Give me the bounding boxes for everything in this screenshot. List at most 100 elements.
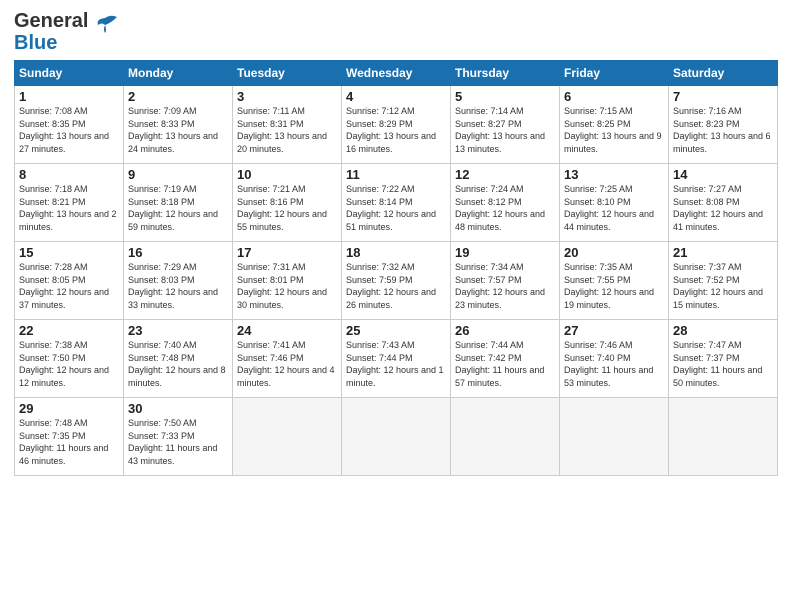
calendar-cell	[342, 398, 451, 476]
day-number: 15	[19, 245, 119, 260]
calendar-cell: 14 Sunrise: 7:27 AMSunset: 8:08 PMDaylig…	[669, 164, 778, 242]
calendar-cell: 2 Sunrise: 7:09 AMSunset: 8:33 PMDayligh…	[124, 86, 233, 164]
day-info: Sunrise: 7:43 AMSunset: 7:44 PMDaylight:…	[346, 340, 444, 388]
day-info: Sunrise: 7:08 AMSunset: 8:35 PMDaylight:…	[19, 106, 109, 154]
day-number: 29	[19, 401, 119, 416]
day-info: Sunrise: 7:34 AMSunset: 7:57 PMDaylight:…	[455, 262, 545, 310]
calendar-cell: 3 Sunrise: 7:11 AMSunset: 8:31 PMDayligh…	[233, 86, 342, 164]
day-info: Sunrise: 7:16 AMSunset: 8:23 PMDaylight:…	[673, 106, 771, 154]
calendar-cell: 28 Sunrise: 7:47 AMSunset: 7:37 PMDaylig…	[669, 320, 778, 398]
calendar-cell: 22 Sunrise: 7:38 AMSunset: 7:50 PMDaylig…	[15, 320, 124, 398]
day-number: 19	[455, 245, 555, 260]
day-number: 12	[455, 167, 555, 182]
day-number: 17	[237, 245, 337, 260]
calendar-week-row: 15 Sunrise: 7:28 AMSunset: 8:05 PMDaylig…	[15, 242, 778, 320]
calendar-cell: 18 Sunrise: 7:32 AMSunset: 7:59 PMDaylig…	[342, 242, 451, 320]
calendar-cell: 12 Sunrise: 7:24 AMSunset: 8:12 PMDaylig…	[451, 164, 560, 242]
day-number: 7	[673, 89, 773, 104]
calendar-week-row: 29 Sunrise: 7:48 AMSunset: 7:35 PMDaylig…	[15, 398, 778, 476]
col-monday: Monday	[124, 61, 233, 86]
day-info: Sunrise: 7:35 AMSunset: 7:55 PMDaylight:…	[564, 262, 654, 310]
day-number: 9	[128, 167, 228, 182]
calendar-cell: 1 Sunrise: 7:08 AMSunset: 8:35 PMDayligh…	[15, 86, 124, 164]
col-friday: Friday	[560, 61, 669, 86]
calendar-cell: 16 Sunrise: 7:29 AMSunset: 8:03 PMDaylig…	[124, 242, 233, 320]
day-number: 16	[128, 245, 228, 260]
day-number: 21	[673, 245, 773, 260]
day-number: 26	[455, 323, 555, 338]
day-info: Sunrise: 7:44 AMSunset: 7:42 PMDaylight:…	[455, 340, 544, 388]
calendar-cell	[560, 398, 669, 476]
day-number: 25	[346, 323, 446, 338]
day-number: 24	[237, 323, 337, 338]
calendar-cell	[233, 398, 342, 476]
day-number: 1	[19, 89, 119, 104]
day-info: Sunrise: 7:22 AMSunset: 8:14 PMDaylight:…	[346, 184, 436, 232]
logo-combined: General Blue	[14, 10, 119, 54]
calendar-cell: 7 Sunrise: 7:16 AMSunset: 8:23 PMDayligh…	[669, 86, 778, 164]
calendar-cell: 10 Sunrise: 7:21 AMSunset: 8:16 PMDaylig…	[233, 164, 342, 242]
day-number: 3	[237, 89, 337, 104]
calendar-cell: 21 Sunrise: 7:37 AMSunset: 7:52 PMDaylig…	[669, 242, 778, 320]
day-info: Sunrise: 7:12 AMSunset: 8:29 PMDaylight:…	[346, 106, 436, 154]
calendar-cell: 6 Sunrise: 7:15 AMSunset: 8:25 PMDayligh…	[560, 86, 669, 164]
col-wednesday: Wednesday	[342, 61, 451, 86]
day-number: 8	[19, 167, 119, 182]
calendar-cell: 30 Sunrise: 7:50 AMSunset: 7:33 PMDaylig…	[124, 398, 233, 476]
day-number: 28	[673, 323, 773, 338]
logo-bird-icon	[91, 13, 119, 41]
col-thursday: Thursday	[451, 61, 560, 86]
day-info: Sunrise: 7:09 AMSunset: 8:33 PMDaylight:…	[128, 106, 218, 154]
calendar-week-row: 8 Sunrise: 7:18 AMSunset: 8:21 PMDayligh…	[15, 164, 778, 242]
day-number: 14	[673, 167, 773, 182]
day-number: 13	[564, 167, 664, 182]
calendar-cell: 17 Sunrise: 7:31 AMSunset: 8:01 PMDaylig…	[233, 242, 342, 320]
col-sunday: Sunday	[15, 61, 124, 86]
calendar-week-row: 1 Sunrise: 7:08 AMSunset: 8:35 PMDayligh…	[15, 86, 778, 164]
calendar-cell: 9 Sunrise: 7:19 AMSunset: 8:18 PMDayligh…	[124, 164, 233, 242]
day-info: Sunrise: 7:15 AMSunset: 8:25 PMDaylight:…	[564, 106, 662, 154]
day-info: Sunrise: 7:50 AMSunset: 7:33 PMDaylight:…	[128, 418, 217, 466]
day-info: Sunrise: 7:29 AMSunset: 8:03 PMDaylight:…	[128, 262, 218, 310]
calendar-cell: 11 Sunrise: 7:22 AMSunset: 8:14 PMDaylig…	[342, 164, 451, 242]
calendar-cell: 25 Sunrise: 7:43 AMSunset: 7:44 PMDaylig…	[342, 320, 451, 398]
day-info: Sunrise: 7:46 AMSunset: 7:40 PMDaylight:…	[564, 340, 653, 388]
calendar-container: General Blue Sunday Monday Tuesday Wedne…	[0, 0, 792, 482]
day-info: Sunrise: 7:32 AMSunset: 7:59 PMDaylight:…	[346, 262, 436, 310]
day-info: Sunrise: 7:24 AMSunset: 8:12 PMDaylight:…	[455, 184, 545, 232]
calendar-cell: 4 Sunrise: 7:12 AMSunset: 8:29 PMDayligh…	[342, 86, 451, 164]
day-info: Sunrise: 7:37 AMSunset: 7:52 PMDaylight:…	[673, 262, 763, 310]
calendar-cell: 8 Sunrise: 7:18 AMSunset: 8:21 PMDayligh…	[15, 164, 124, 242]
calendar-cell	[451, 398, 560, 476]
day-info: Sunrise: 7:41 AMSunset: 7:46 PMDaylight:…	[237, 340, 335, 388]
day-info: Sunrise: 7:38 AMSunset: 7:50 PMDaylight:…	[19, 340, 109, 388]
day-info: Sunrise: 7:40 AMSunset: 7:48 PMDaylight:…	[128, 340, 226, 388]
calendar-header-row: Sunday Monday Tuesday Wednesday Thursday…	[15, 61, 778, 86]
calendar-cell: 20 Sunrise: 7:35 AMSunset: 7:55 PMDaylig…	[560, 242, 669, 320]
col-saturday: Saturday	[669, 61, 778, 86]
calendar-cell: 19 Sunrise: 7:34 AMSunset: 7:57 PMDaylig…	[451, 242, 560, 320]
calendar-week-row: 22 Sunrise: 7:38 AMSunset: 7:50 PMDaylig…	[15, 320, 778, 398]
logo-text-block: General Blue	[14, 10, 88, 54]
day-info: Sunrise: 7:11 AMSunset: 8:31 PMDaylight:…	[237, 106, 327, 154]
calendar-cell: 5 Sunrise: 7:14 AMSunset: 8:27 PMDayligh…	[451, 86, 560, 164]
day-info: Sunrise: 7:28 AMSunset: 8:05 PMDaylight:…	[19, 262, 109, 310]
day-number: 10	[237, 167, 337, 182]
calendar-cell: 23 Sunrise: 7:40 AMSunset: 7:48 PMDaylig…	[124, 320, 233, 398]
day-number: 4	[346, 89, 446, 104]
header: General Blue	[14, 10, 778, 54]
day-info: Sunrise: 7:27 AMSunset: 8:08 PMDaylight:…	[673, 184, 763, 232]
day-number: 5	[455, 89, 555, 104]
day-number: 6	[564, 89, 664, 104]
calendar-cell: 26 Sunrise: 7:44 AMSunset: 7:42 PMDaylig…	[451, 320, 560, 398]
day-number: 2	[128, 89, 228, 104]
day-info: Sunrise: 7:21 AMSunset: 8:16 PMDaylight:…	[237, 184, 327, 232]
calendar-cell: 24 Sunrise: 7:41 AMSunset: 7:46 PMDaylig…	[233, 320, 342, 398]
calendar-cell: 27 Sunrise: 7:46 AMSunset: 7:40 PMDaylig…	[560, 320, 669, 398]
day-info: Sunrise: 7:14 AMSunset: 8:27 PMDaylight:…	[455, 106, 545, 154]
calendar-table: Sunday Monday Tuesday Wednesday Thursday…	[14, 60, 778, 476]
day-number: 22	[19, 323, 119, 338]
calendar-cell: 13 Sunrise: 7:25 AMSunset: 8:10 PMDaylig…	[560, 164, 669, 242]
calendar-cell	[669, 398, 778, 476]
day-number: 23	[128, 323, 228, 338]
